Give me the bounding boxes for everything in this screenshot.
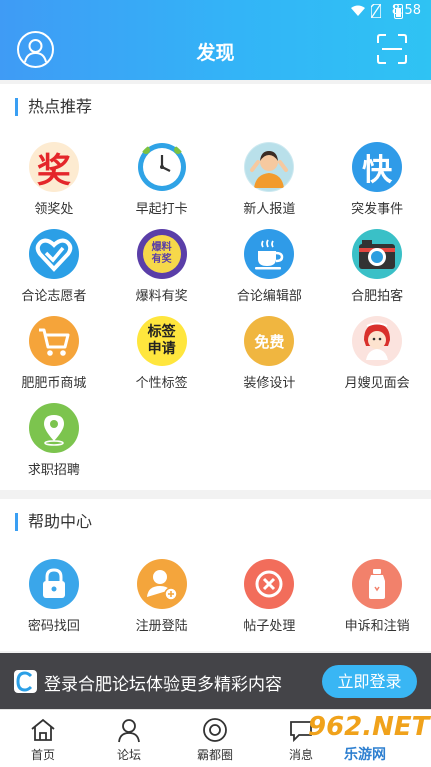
grid-item-label: 突发事件 [351, 202, 404, 217]
help-grid: 密码找回 注册登陆 帖子处理 申诉和注销 [0, 559, 431, 649]
section-title-hot: 热点推荐 [15, 98, 92, 116]
scan-icon[interactable] [376, 33, 408, 65]
nanny-icon [352, 316, 403, 366]
login-banner: 登录合肥论坛体验更多精彩内容 立即登录 [0, 653, 431, 709]
grid-item-personal-tag[interactable]: 标签 申请 个性标签 [108, 316, 216, 403]
grid-item-breaking[interactable]: 快 突发事件 [323, 142, 431, 229]
hot-grid: 奖 领奖处 早起打卡 新人报道 快 突发事件 合论志愿者 爆料 有奖 爆料有奖 … [0, 142, 431, 490]
tab-forum[interactable]: 论坛 [89, 710, 169, 767]
grid-item-jobs[interactable]: 求职招聘 [0, 403, 108, 490]
breaking-news-icon: 快 [352, 142, 403, 192]
no-sim-icon [371, 4, 381, 18]
delete-post-icon [244, 559, 295, 609]
watermark-sub: 乐游网 [344, 747, 386, 763]
grid-item-label: 领奖处 [34, 202, 74, 217]
shopping-cart-icon [28, 316, 79, 366]
camera-icon [352, 229, 403, 279]
location-pin-icon [28, 403, 79, 453]
volunteer-heart-icon [28, 229, 79, 279]
award-icon: 奖 [28, 142, 79, 192]
grid-item-decoration[interactable]: 免费 装修设计 [216, 316, 324, 403]
status-time: 8:58 [391, 3, 421, 18]
grid-item-label: 爆料有奖 [135, 289, 188, 304]
grid-item-award[interactable]: 奖 领奖处 [0, 142, 108, 229]
tab-circle[interactable]: 霸都圈 [175, 710, 255, 767]
grid-item-newcomer[interactable]: 新人报道 [216, 142, 324, 229]
grid-item-morning-checkin[interactable]: 早起打卡 [108, 142, 216, 229]
grid-item-photographer[interactable]: 合肥拍客 [323, 229, 431, 316]
grid-item-label: 装修设计 [243, 376, 296, 391]
section-title-help: 帮助中心 [15, 513, 92, 531]
tab-label: 霸都圈 [196, 748, 233, 762]
login-banner-text: 登录合肥论坛体验更多精彩内容 [44, 675, 282, 695]
grid-item-label: 月嫂见面会 [344, 376, 410, 391]
grid-item-label: 早起打卡 [135, 202, 188, 217]
grid-item-post-handling[interactable]: 帖子处理 [216, 559, 324, 649]
forum-icon [118, 719, 140, 743]
site-watermark: 962.NET 乐游网 [300, 712, 431, 764]
grid-item-nanny-meetup[interactable]: 月嫂见面会 [323, 316, 431, 403]
home-icon [31, 718, 55, 741]
grid-item-label: 申诉和注销 [344, 619, 410, 634]
grid-item-label: 密码找回 [27, 619, 80, 634]
grid-item-editorial[interactable]: 合论编辑部 [216, 229, 324, 316]
status-bar: 8:58 [0, 0, 431, 24]
help-center-section: 帮助中心 密码找回 注册登陆 帖子处理 申诉和注销 [0, 499, 431, 651]
grid-item-label: 合肥拍客 [351, 289, 404, 304]
bottle-icon [352, 559, 403, 609]
forum-logo-icon [14, 670, 37, 693]
hot-recommend-section: 热点推荐 奖 领奖处 早起打卡 新人报道 快 突发事件 合论志愿者 爆料 有奖 … [0, 84, 431, 490]
tag-icon: 标签 申请 [136, 316, 187, 366]
lock-icon [28, 559, 79, 609]
watermark-brand: 962.NET [308, 712, 430, 742]
grid-item-label: 肥肥币商城 [21, 376, 87, 391]
wifi-icon [351, 5, 365, 16]
tip-reward-icon: 爆料 有奖 [136, 229, 187, 279]
circle-icon [203, 718, 227, 742]
grid-item-label: 新人报道 [243, 202, 296, 217]
login-now-button[interactable]: 立即登录 [322, 665, 417, 698]
grid-item-label: 求职招聘 [27, 463, 80, 478]
grid-item-label: 注册登陆 [135, 619, 188, 634]
grid-item-label: 个性标签 [135, 376, 188, 391]
newcomer-icon [244, 142, 295, 192]
grid-item-appeal-cancel[interactable]: 申诉和注销 [323, 559, 431, 649]
user-add-icon [136, 559, 187, 609]
grid-item-password-recovery[interactable]: 密码找回 [0, 559, 108, 649]
grid-item-label: 合论志愿者 [21, 289, 87, 304]
grid-item-volunteer[interactable]: 合论志愿者 [0, 229, 108, 316]
grid-item-register-login[interactable]: 注册登陆 [108, 559, 216, 649]
page-title: 发现 [196, 42, 235, 64]
grid-item-label: 帖子处理 [243, 619, 296, 634]
tab-label: 论坛 [116, 748, 141, 762]
coffee-cup-icon [244, 229, 295, 279]
tab-home[interactable]: 首页 [3, 710, 83, 767]
clock-icon [136, 142, 187, 192]
grid-item-label: 合论编辑部 [236, 289, 302, 304]
top-header: 8:58 发现 [0, 0, 431, 80]
grid-item-coin-mall[interactable]: 肥肥币商城 [0, 316, 108, 403]
tab-label: 首页 [30, 748, 55, 762]
free-badge-icon: 免费 [244, 316, 295, 366]
grid-item-tip-reward[interactable]: 爆料 有奖 爆料有奖 [108, 229, 216, 316]
